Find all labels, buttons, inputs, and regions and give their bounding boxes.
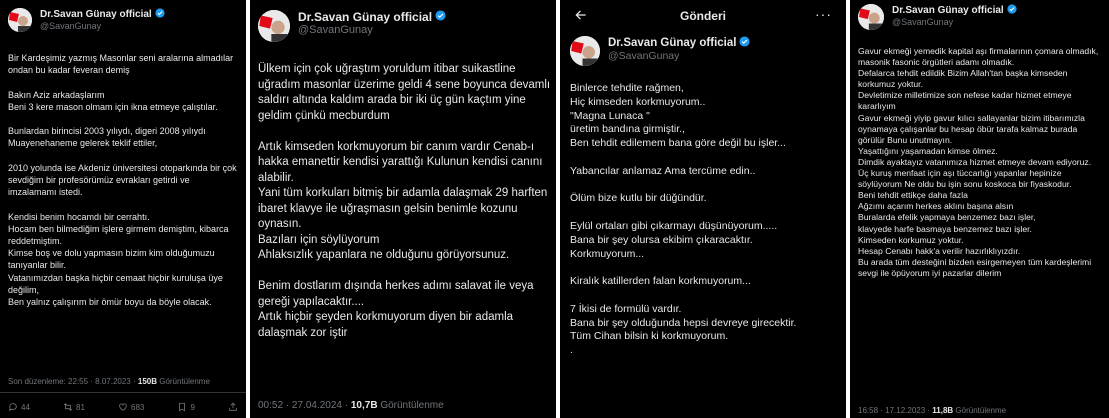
author-name[interactable]: Dr.Savan Günay official bbox=[892, 5, 1004, 16]
tweet-panel-1: Dr.Savan Günay official @SavanGunay Bir … bbox=[0, 0, 246, 418]
share-button[interactable] bbox=[228, 402, 238, 412]
reply-icon bbox=[9, 403, 17, 412]
verified-icon bbox=[155, 8, 165, 21]
top-bar: Gönderi ··· bbox=[560, 0, 846, 30]
repost-icon bbox=[63, 403, 73, 411]
author-handle[interactable]: @SavanGunay bbox=[608, 50, 750, 62]
avatar[interactable] bbox=[570, 36, 600, 66]
tweet-text: Bir Kardeşimiz yazmış Masonlar seni aral… bbox=[8, 53, 237, 308]
flag-avatar-icon bbox=[858, 4, 884, 30]
view-count: 11,8B bbox=[932, 406, 954, 415]
page-title: Gönderi bbox=[679, 9, 726, 23]
author-handle[interactable]: @SavanGunay bbox=[892, 17, 1017, 27]
flag-avatar-icon bbox=[570, 36, 600, 66]
verified-icon bbox=[1007, 4, 1017, 17]
more-options-button[interactable]: ··· bbox=[815, 6, 832, 22]
tweet-header: Dr.Savan Günay official @SavanGunay bbox=[858, 4, 1017, 30]
flag-avatar-icon bbox=[8, 8, 32, 32]
author-handle[interactable]: @SavanGunay bbox=[298, 24, 446, 36]
tweet-header: Dr.Savan Günay official @SavanGunay bbox=[570, 36, 751, 66]
tweet-header: Dr.Savan Günay official @SavanGunay bbox=[258, 10, 446, 42]
tweet-meta: 16:58 · 17.12.2023 · 11,8B Görüntülenme bbox=[858, 406, 1007, 415]
like-count: 683 bbox=[131, 402, 145, 412]
bookmark-icon bbox=[179, 402, 186, 412]
view-count: 10,7B bbox=[350, 400, 378, 411]
author-name[interactable]: Dr.Savan Günay official bbox=[608, 37, 736, 49]
verified-icon bbox=[435, 10, 446, 24]
tweet-header: Dr.Savan Günay official @SavanGunay bbox=[8, 8, 165, 32]
tweet-text: Gavur ekmeği yemedik kapital aşı firmala… bbox=[858, 46, 1099, 278]
avatar[interactable] bbox=[8, 8, 32, 32]
author-handle[interactable]: @SavanGunay bbox=[40, 21, 165, 31]
author-name[interactable]: Dr.Savan Günay official bbox=[298, 10, 432, 24]
avatar[interactable] bbox=[258, 10, 290, 42]
reply-button[interactable]: 44 bbox=[8, 402, 30, 412]
tweet-panel-3: Gönderi ··· Dr.Savan Günay official @Sav… bbox=[560, 0, 846, 418]
avatar[interactable] bbox=[858, 4, 884, 30]
bookmark-button[interactable]: 9 bbox=[177, 402, 195, 412]
view-count: 150B bbox=[137, 377, 157, 386]
tweet-actions: 44 81 683 9 bbox=[8, 402, 238, 412]
like-button[interactable]: 683 bbox=[118, 402, 144, 412]
bookmark-count: 9 bbox=[190, 402, 195, 412]
heart-icon bbox=[119, 403, 127, 411]
repost-count: 81 bbox=[76, 402, 85, 412]
author-name[interactable]: Dr.Savan Günay official bbox=[40, 9, 152, 20]
repost-button[interactable]: 81 bbox=[63, 402, 85, 412]
tweet-panel-4: Dr.Savan Günay official @SavanGunay Gavu… bbox=[850, 0, 1109, 418]
tweet-meta: Son düzenleme: 22:55 · 8.07.2023 · 150B … bbox=[8, 377, 210, 386]
divider bbox=[0, 392, 246, 393]
verified-icon bbox=[739, 36, 751, 50]
tweet-text: Ülkem için çok uğraştım yoruldum itibar … bbox=[258, 63, 551, 339]
tweet-panel-2: Dr.Savan Günay official @SavanGunay Ülke… bbox=[250, 0, 556, 418]
tweet-meta: 00:52 · 27.04.2024 · 10,7B Görüntülenme bbox=[258, 400, 444, 411]
tweet-text: Binlerce tehdite rağmen, Hiç kimseden ko… bbox=[570, 82, 797, 357]
reply-count: 44 bbox=[21, 402, 30, 412]
share-icon bbox=[229, 402, 237, 411]
flag-avatar-icon bbox=[258, 10, 290, 42]
